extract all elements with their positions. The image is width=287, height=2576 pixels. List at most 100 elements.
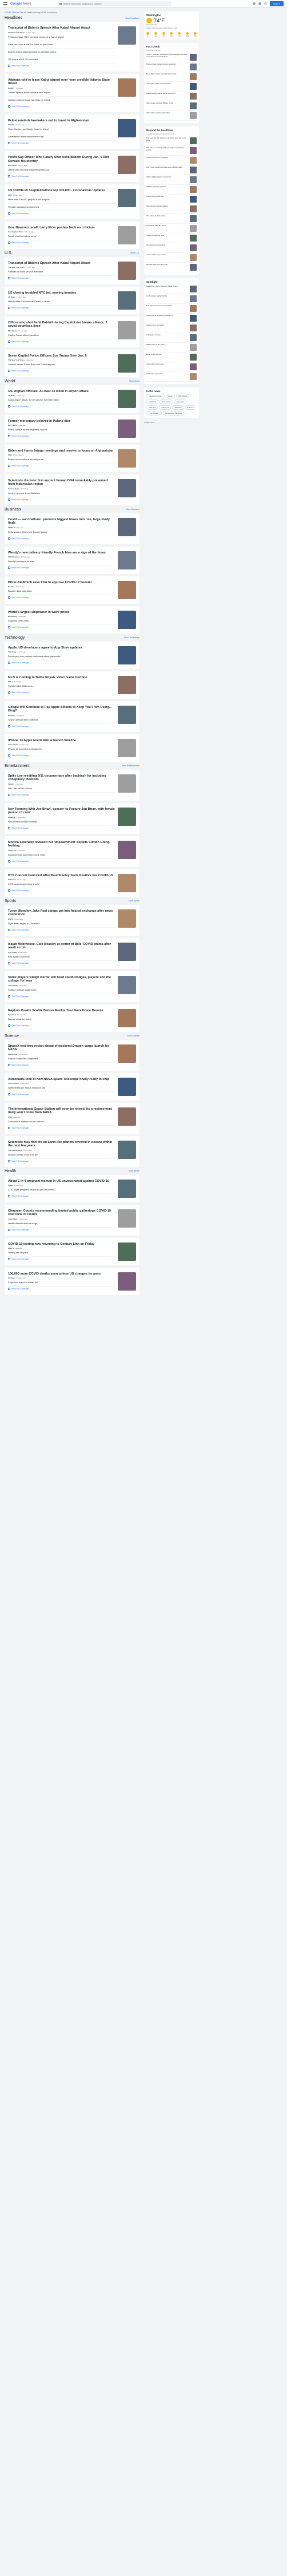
- story-source[interactable]: Billboard: [8, 879, 15, 881]
- side-story-title[interactable]: An American Afghan family: [146, 295, 188, 302]
- story-thumbnail[interactable]: [118, 1179, 136, 1198]
- side-story-thumbnail[interactable]: [190, 286, 197, 292]
- lead-story[interactable]: Covid — vaccinations ' prevents biggest …: [8, 516, 136, 541]
- story-source[interactable]: CNN: [8, 1116, 12, 1118]
- side-story[interactable]: California's wildfire ban: [146, 195, 197, 204]
- full-coverage-link[interactable]: View Full Coverage: [8, 691, 115, 694]
- signin-button[interactable]: Sign in: [269, 1, 284, 6]
- related-title[interactable]: KISS cancels upcoming shows: [8, 883, 115, 885]
- related-title[interactable]: Capitol Police officer identified: [8, 334, 115, 337]
- story-title[interactable]: Scientists discover first ancient human …: [8, 479, 115, 486]
- story-thumbnail[interactable]: [118, 478, 136, 497]
- related-story[interactable]: Wendy's revamps its fries: [8, 558, 115, 565]
- side-story-thumbnail[interactable]: [190, 363, 197, 370]
- related-story[interactable]: Barnes ready for debut: [8, 1016, 115, 1023]
- topic-chip[interactable]: Larry Elder: [174, 399, 187, 404]
- story-thumbnail[interactable]: [118, 807, 136, 826]
- story-thumbnail[interactable]: [118, 909, 136, 928]
- topic-chip[interactable]: iPhone 13: [159, 405, 172, 410]
- story-source[interactable]: Variety: [8, 783, 14, 785]
- side-story[interactable]: A forgotten frontier: [146, 333, 197, 343]
- story-thumbnail[interactable]: [118, 646, 136, 664]
- side-story[interactable]: Remote work is here to stay: [146, 263, 197, 272]
- side-story[interactable]: Drought across the West: [146, 243, 197, 253]
- side-story-title[interactable]: Scott Atlas's claim about herd immunity: [146, 73, 188, 80]
- side-story-title[interactable]: The new Yes, the tourism in rich-Tiny ar…: [146, 137, 188, 144]
- story-title[interactable]: Transcript of Biden's Speech After Kabul…: [8, 262, 115, 266]
- search-bar[interactable]: Search for topics, locations & sources: [57, 1, 172, 6]
- story-title[interactable]: iPhone 13 Apple Event date & launch time…: [8, 739, 115, 743]
- related-story[interactable]: CDC urges pregnant people to get vaccina…: [8, 1186, 115, 1194]
- story-title[interactable]: The International Space Station will soo…: [8, 1107, 115, 1115]
- related-title[interactable]: Officer who shot Ashli Babbitt speaks ou…: [8, 168, 115, 171]
- story-source[interactable]: The New York Times: [8, 359, 25, 361]
- more-link[interactable]: More U.S.: [130, 252, 139, 254]
- story-source[interactable]: AP News: [8, 1277, 15, 1279]
- full-coverage-link[interactable]: View Full Coverage: [8, 626, 115, 628]
- story-title[interactable]: COVID-19 testing now returning to Centur…: [8, 1243, 115, 1247]
- story-thumbnail[interactable]: [118, 1008, 136, 1027]
- side-story[interactable]: The future of office work: [146, 214, 197, 224]
- related-story[interactable]: Search default deal continues: [8, 717, 115, 724]
- topic-chip[interactable]: Jake Paul: [172, 405, 184, 410]
- story-thumbnail[interactable]: [118, 291, 136, 310]
- lead-story[interactable]: Transcript of Biden's Speech After Kabul…: [8, 25, 136, 69]
- related-story[interactable]: Developers can contact customers about p…: [8, 653, 115, 660]
- related-story[interactable]: Reps Moulton and Meijer travel to Kabul: [8, 126, 115, 133]
- lead-story[interactable]: Afghans told to leave Kabul airport over…: [8, 77, 136, 109]
- story-source[interactable]: Local News: [8, 1218, 18, 1220]
- story-thumbnail[interactable]: [118, 389, 136, 408]
- story-thumbnail[interactable]: [118, 156, 136, 174]
- full-coverage-link[interactable]: View Full Coverage: [8, 754, 115, 757]
- story-title[interactable]: About 1 in 4 pregnant women in US unvacc…: [8, 1180, 115, 1184]
- story-title[interactable]: US, Afghan officials: At least 13 killed…: [8, 390, 115, 394]
- story-title[interactable]: US COVID-19 hospitalizations top 100,000…: [8, 189, 115, 193]
- more-link[interactable]: More Technology: [124, 636, 139, 639]
- side-story-thumbnail[interactable]: [190, 157, 197, 164]
- menu-icon[interactable]: [3, 2, 7, 5]
- story-title[interactable]: Officer who shot Ashli Babbitt during Ca…: [8, 321, 115, 329]
- topic-chip[interactable]: Tyron Woodley: [146, 411, 162, 416]
- related-story[interactable]: What we know about the Kabul airport bla…: [8, 41, 115, 49]
- story-source[interactable]: Reuters: [8, 87, 14, 89]
- full-coverage-link[interactable]: View Full Coverage: [8, 1258, 115, 1260]
- side-story[interactable]: Study in Vietnam showed that vaccinated …: [146, 53, 197, 62]
- related-title[interactable]: Lawsuit names Proud Boys and Oath Keeper…: [8, 363, 115, 366]
- story-source[interactable]: Science News: [8, 488, 19, 490]
- side-story-thumbnail[interactable]: [190, 112, 197, 119]
- story-title[interactable]: BTS Concert Canceled After Paul Stanley …: [8, 874, 115, 878]
- section-title[interactable]: U.S.: [5, 251, 13, 255]
- topic-chip[interactable]: Pelosi: [166, 394, 175, 398]
- topic-chip[interactable]: Spike Lee: [146, 405, 158, 410]
- related-title[interactable]: Western nations issue warnings on Kabul: [8, 98, 115, 101]
- related-title[interactable]: What we know about the Kabul airport bla…: [8, 43, 115, 46]
- section-title[interactable]: Science: [5, 1034, 19, 1038]
- side-story-thumbnail[interactable]: [190, 167, 197, 173]
- lead-story[interactable]: Tyson Woodley, Jake Paul camps get into …: [8, 908, 136, 933]
- story-thumbnail[interactable]: [118, 517, 136, 536]
- related-title[interactable]: More than 100,000 people in the hospital: [8, 198, 115, 201]
- story-thumbnail[interactable]: [118, 705, 136, 724]
- related-story[interactable]: More than 100,000 people in the hospital: [8, 196, 115, 204]
- logo[interactable]: GoogleNews: [10, 2, 31, 6]
- side-story[interactable]: How schools tackled the pandemic: [146, 314, 197, 323]
- side-story-thumbnail[interactable]: [190, 205, 197, 212]
- full-coverage-link[interactable]: View Full Coverage: [8, 826, 115, 829]
- side-story-title[interactable]: Who is Afghanistan's new ruler?: [146, 176, 188, 183]
- side-story-thumbnail[interactable]: [190, 215, 197, 222]
- lead-story[interactable]: Scientists may find life on Earth-like p…: [8, 1139, 136, 1164]
- story-title[interactable]: US closing troubled NYC jail, moving inm…: [8, 291, 115, 295]
- lead-story[interactable]: Isaiah Moorhouse, Cole Beasley at center…: [8, 941, 136, 966]
- story-source[interactable]: The New York Times: [8, 31, 25, 34]
- story-thumbnail[interactable]: [118, 189, 136, 207]
- story-source[interactable]: Space.com: [8, 1053, 17, 1055]
- story-title[interactable]: Astronauts look at how NASA Space Telesc…: [8, 1078, 115, 1082]
- full-coverage-link[interactable]: View Full Coverage: [8, 64, 115, 67]
- story-thumbnail[interactable]: [118, 449, 136, 468]
- side-story-title[interactable]: A forgotten frontier: [146, 334, 188, 341]
- section-title[interactable]: Technology: [5, 636, 25, 640]
- related-story[interactable]: Capitol Police officer identified: [8, 332, 115, 339]
- related-title[interactable]: Fight week begins in Cleveland: [8, 922, 115, 925]
- related-title[interactable]: Booster data submitted: [8, 589, 115, 592]
- story-title[interactable]: Gov. Newsom recall: Larry Elder pushes b…: [8, 226, 115, 230]
